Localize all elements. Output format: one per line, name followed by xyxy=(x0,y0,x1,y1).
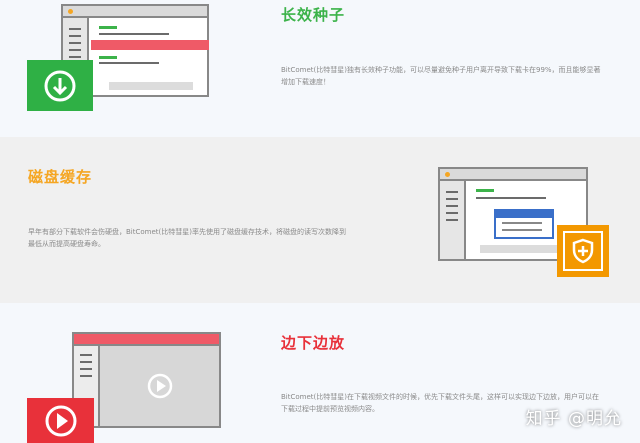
watermark: 知乎 @明允 xyxy=(525,409,622,429)
video-window-illustration xyxy=(72,332,221,428)
section-title: 磁盘缓存 xyxy=(28,168,93,186)
section-title: 长效种子 xyxy=(281,6,346,24)
section-description-line: 下载过程中提前预览视频内容。 xyxy=(281,405,379,413)
shield-plus-icon xyxy=(557,225,609,277)
section-description-line: 增加下载速度！ xyxy=(281,78,330,86)
window-dot-icon xyxy=(445,172,450,177)
play-icon xyxy=(27,398,94,443)
context-menu xyxy=(494,209,554,239)
window-sidebar xyxy=(440,181,466,259)
highlight-row xyxy=(91,40,209,50)
video-area xyxy=(100,346,219,426)
window-dot-icon xyxy=(68,9,73,14)
section-seeding: 长效种子 BitComet(比特彗星)独有长效种子功能，可以尽量避免种子用户离开… xyxy=(0,0,640,137)
window-titlebar xyxy=(440,169,586,181)
video-play-icon xyxy=(147,373,172,399)
section-description-line: 最低从而提高硬盘寿命。 xyxy=(28,240,105,248)
section-title: 边下边放 xyxy=(281,334,346,352)
download-icon xyxy=(27,60,93,111)
section-disk-cache: 磁盘缓存 早年有部分下载软件会伤硬盘，BitComet(比特彗星)率先使用了磁盘… xyxy=(0,137,640,303)
window-titlebar xyxy=(63,6,207,18)
